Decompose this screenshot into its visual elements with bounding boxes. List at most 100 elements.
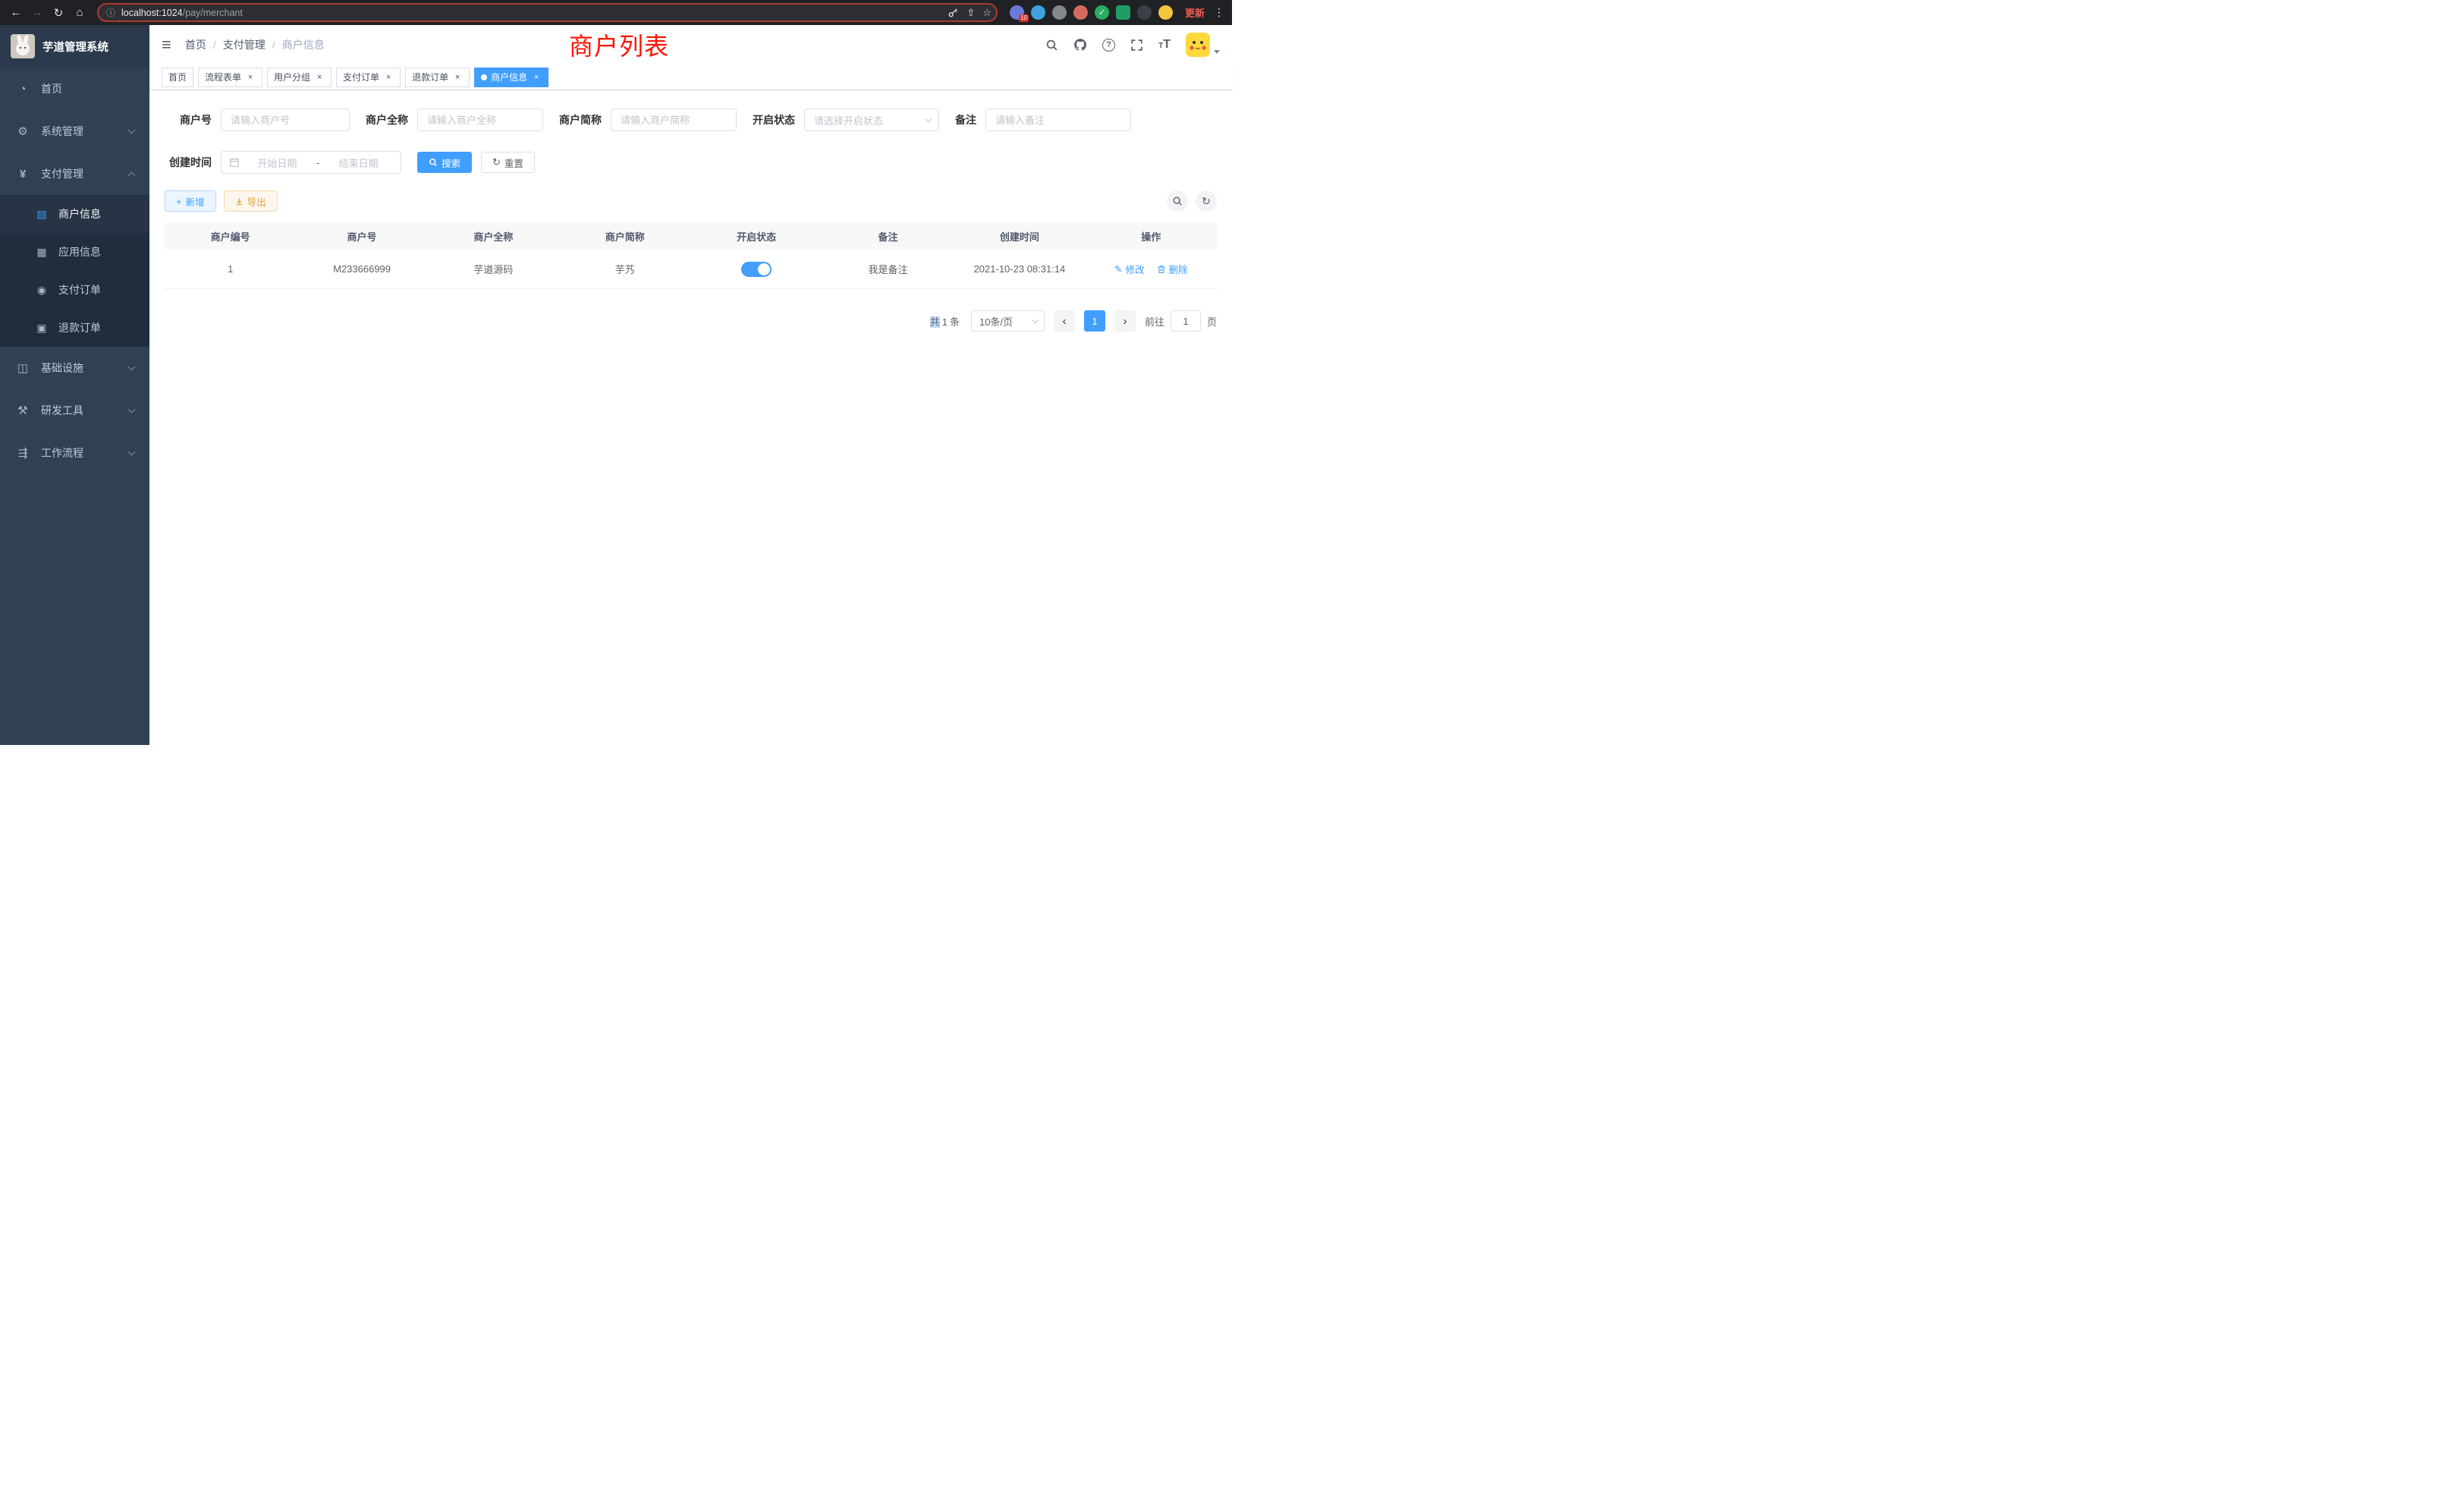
url-bar[interactable]: ⓘ localhost:1024/pay/merchant ⇧ ☆ — [97, 3, 998, 22]
home-icon[interactable]: ⌂ — [70, 3, 90, 23]
tab-label: 流程表单 — [205, 71, 241, 83]
sidebar-item-label: 应用信息 — [58, 244, 101, 259]
gear-icon: ⚙ — [15, 124, 30, 138]
forward-icon[interactable]: → — [27, 3, 47, 23]
fullscreen-icon[interactable] — [1130, 39, 1143, 52]
font-size-icon[interactable]: TT — [1158, 39, 1171, 51]
close-icon[interactable]: × — [314, 72, 325, 83]
tab-process-form[interactable]: 流程表单 × — [198, 68, 262, 87]
add-button[interactable]: + 新增 — [165, 190, 216, 212]
extension-icon[interactable]: ✓ — [1095, 5, 1109, 20]
extension-icon[interactable] — [1137, 5, 1152, 20]
edit-link[interactable]: ✎ 修改 — [1114, 262, 1145, 276]
share-icon[interactable]: ⇧ — [966, 7, 975, 19]
filter-merchant-no: 商户号 — [165, 108, 350, 131]
bookmark-star-icon[interactable]: ☆ — [982, 7, 992, 19]
sidebar-item-app-info[interactable]: ▦ 应用信息 — [0, 233, 149, 271]
extension-icon[interactable] — [1052, 5, 1067, 20]
sidebar-item-home[interactable]: ◔ 首页 — [0, 68, 149, 110]
date-start-placeholder: 开始日期 — [243, 156, 312, 170]
next-page-button[interactable]: › — [1114, 310, 1136, 332]
close-icon[interactable]: × — [452, 72, 463, 83]
back-icon[interactable]: ← — [6, 3, 26, 23]
pagination-total: 共1条 — [930, 314, 962, 328]
chevron-down-icon — [1032, 316, 1039, 322]
export-button[interactable]: 导出 — [224, 190, 278, 212]
trash-icon — [1157, 265, 1166, 274]
sidebar-item-workflow[interactable]: ⇶ 工作流程 — [0, 432, 149, 474]
column-header: 商户号 — [296, 229, 427, 244]
breadcrumb-separator: / — [213, 39, 216, 51]
browser-menu-icon[interactable]: ⋮ — [1212, 6, 1226, 19]
user-menu[interactable] — [1186, 33, 1220, 57]
breadcrumb-payment[interactable]: 支付管理 — [223, 37, 266, 52]
chevron-up-icon — [128, 171, 136, 179]
sidebar-item-system[interactable]: ⚙ 系统管理 — [0, 110, 149, 152]
status-select[interactable]: 请选择开启状态 — [804, 108, 939, 131]
prev-page-button[interactable]: ‹ — [1054, 310, 1075, 332]
calendar-icon — [229, 157, 240, 168]
delete-link[interactable]: 删除 — [1157, 262, 1188, 276]
infrastructure-icon: ◫ — [15, 361, 30, 375]
search-button[interactable]: 搜索 — [417, 152, 472, 173]
hamburger-icon[interactable]: ≡ — [162, 36, 171, 53]
sidebar-item-dev-tools[interactable]: ⚒ 研发工具 — [0, 389, 149, 432]
short-name-input[interactable] — [611, 108, 737, 131]
extension-icon[interactable] — [1031, 5, 1045, 20]
extension-icon[interactable] — [1116, 5, 1130, 20]
toggle-search-icon[interactable] — [1167, 190, 1188, 212]
chevron-down-icon — [926, 115, 932, 121]
cell-remark: 我是备注 — [822, 262, 954, 276]
extension-icon[interactable] — [1158, 5, 1173, 20]
page-size-select[interactable]: 10条/页 — [971, 310, 1045, 332]
full-name-input[interactable] — [417, 108, 543, 131]
merchant-card-icon: ▤ — [35, 208, 49, 221]
close-icon[interactable]: × — [245, 72, 256, 83]
remark-input[interactable] — [985, 108, 1131, 131]
tab-home[interactable]: 首页 — [162, 68, 193, 87]
browser-update-button[interactable]: 更新 — [1185, 5, 1205, 20]
sidebar-item-pay-order[interactable]: ◉ 支付订单 — [0, 271, 149, 309]
extensions-puzzle-icon[interactable]: 10 — [1010, 5, 1024, 20]
site-info-icon[interactable]: ⓘ — [106, 6, 115, 19]
sidebar-item-payment[interactable]: ¥ 支付管理 — [0, 152, 149, 195]
tab-pay-order[interactable]: 支付订单 × — [336, 68, 401, 87]
reset-button[interactable]: ↻ 重置 — [481, 152, 535, 173]
merchant-no-input[interactable] — [221, 108, 350, 131]
refresh-table-icon[interactable]: ↻ — [1196, 190, 1217, 212]
goto-unit: 页 — [1207, 314, 1217, 328]
status-toggle[interactable] — [741, 262, 772, 277]
help-icon[interactable]: ? — [1102, 39, 1115, 52]
search-icon[interactable] — [1045, 39, 1058, 52]
close-icon[interactable]: × — [531, 72, 542, 83]
extension-icon[interactable] — [1073, 5, 1088, 20]
navbar: ≡ 首页 / 支付管理 / 商户信息 ? — [149, 25, 1232, 64]
cell-actions: ✎ 修改 删除 — [1086, 262, 1217, 276]
filter-full-name: 商户全称 — [366, 108, 543, 131]
close-icon[interactable]: × — [383, 72, 394, 83]
page-1-button[interactable]: 1 — [1084, 310, 1105, 332]
password-key-icon[interactable] — [948, 7, 959, 18]
filter-label: 开启状态 — [753, 112, 795, 127]
reload-icon[interactable]: ↻ — [49, 3, 68, 23]
dashboard-icon: ◔ — [15, 83, 30, 96]
app-logo[interactable]: 芋道管理系统 — [0, 25, 149, 68]
tab-user-group[interactable]: 用户分组 × — [267, 68, 332, 87]
column-header: 备注 — [822, 229, 954, 244]
tab-merchant-info[interactable]: 商户信息 × — [474, 68, 548, 87]
navbar-actions: ? TT — [1045, 33, 1220, 57]
github-icon[interactable] — [1073, 38, 1087, 52]
sidebar-item-label: 首页 — [41, 81, 62, 96]
breadcrumb-home[interactable]: 首页 — [185, 37, 206, 52]
sidebar-item-label: 退款订单 — [58, 320, 101, 335]
sidebar-item-refund-order[interactable]: ▣ 退款订单 — [0, 309, 149, 347]
sidebar-item-infrastructure[interactable]: ◫ 基础设施 — [0, 347, 149, 389]
sidebar-item-merchant-info[interactable]: ▤ 商户信息 — [0, 195, 149, 233]
breadcrumb-current: 商户信息 — [282, 37, 325, 52]
sidebar-item-label: 工作流程 — [41, 445, 83, 461]
cell-merchant-id: 1 — [165, 263, 296, 275]
tab-refund-order[interactable]: 退款订单 × — [405, 68, 470, 87]
chevron-down-icon — [128, 448, 136, 455]
create-time-range-picker[interactable]: 开始日期 - 结束日期 — [221, 151, 401, 174]
goto-page-input[interactable] — [1171, 310, 1201, 332]
